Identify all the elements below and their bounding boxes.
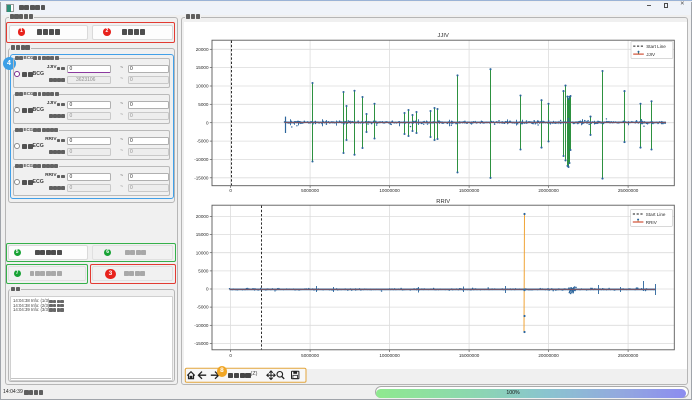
svg-text:5000000: 5000000 <box>301 353 319 358</box>
svg-text:-10000: -10000 <box>194 323 209 328</box>
svg-text:5000: 5000 <box>198 269 209 274</box>
svg-text:5000: 5000 <box>198 102 209 107</box>
svg-text:Start Line: Start Line <box>646 44 666 49</box>
svg-text:0: 0 <box>206 287 209 292</box>
svg-text:20000: 20000 <box>196 214 209 219</box>
svg-text:25000000: 25000000 <box>618 353 639 358</box>
svg-text:RRIV: RRIV <box>436 199 450 205</box>
svg-text:Start Line: Start Line <box>646 212 666 217</box>
svg-text:JJIV: JJIV <box>646 52 656 57</box>
svg-text:RRIV: RRIV <box>646 220 658 225</box>
svg-text:10000: 10000 <box>196 84 209 89</box>
svg-text:20000: 20000 <box>196 47 209 52</box>
svg-text:15000: 15000 <box>196 232 209 237</box>
svg-text:15000: 15000 <box>196 65 209 70</box>
svg-text:-10000: -10000 <box>194 157 209 162</box>
svg-text:15000000: 15000000 <box>459 188 480 193</box>
svg-text:10000000: 10000000 <box>379 188 400 193</box>
svg-text:JJIV: JJIV <box>438 33 449 39</box>
svg-text:-15000: -15000 <box>194 175 209 180</box>
svg-text:0: 0 <box>206 120 209 125</box>
svg-text:5000000: 5000000 <box>301 188 319 193</box>
svg-text:20000000: 20000000 <box>538 353 559 358</box>
svg-text:20000000: 20000000 <box>538 188 559 193</box>
svg-text:10000000: 10000000 <box>379 353 400 358</box>
svg-text:10000: 10000 <box>196 250 209 255</box>
svg-text:25000000: 25000000 <box>618 188 639 193</box>
svg-text:0: 0 <box>229 188 232 193</box>
svg-text:-5000: -5000 <box>197 139 209 144</box>
svg-text:-5000: -5000 <box>197 305 209 310</box>
svg-text:15000000: 15000000 <box>459 353 480 358</box>
svg-text:-15000: -15000 <box>194 341 209 346</box>
svg-text:0: 0 <box>229 353 232 358</box>
